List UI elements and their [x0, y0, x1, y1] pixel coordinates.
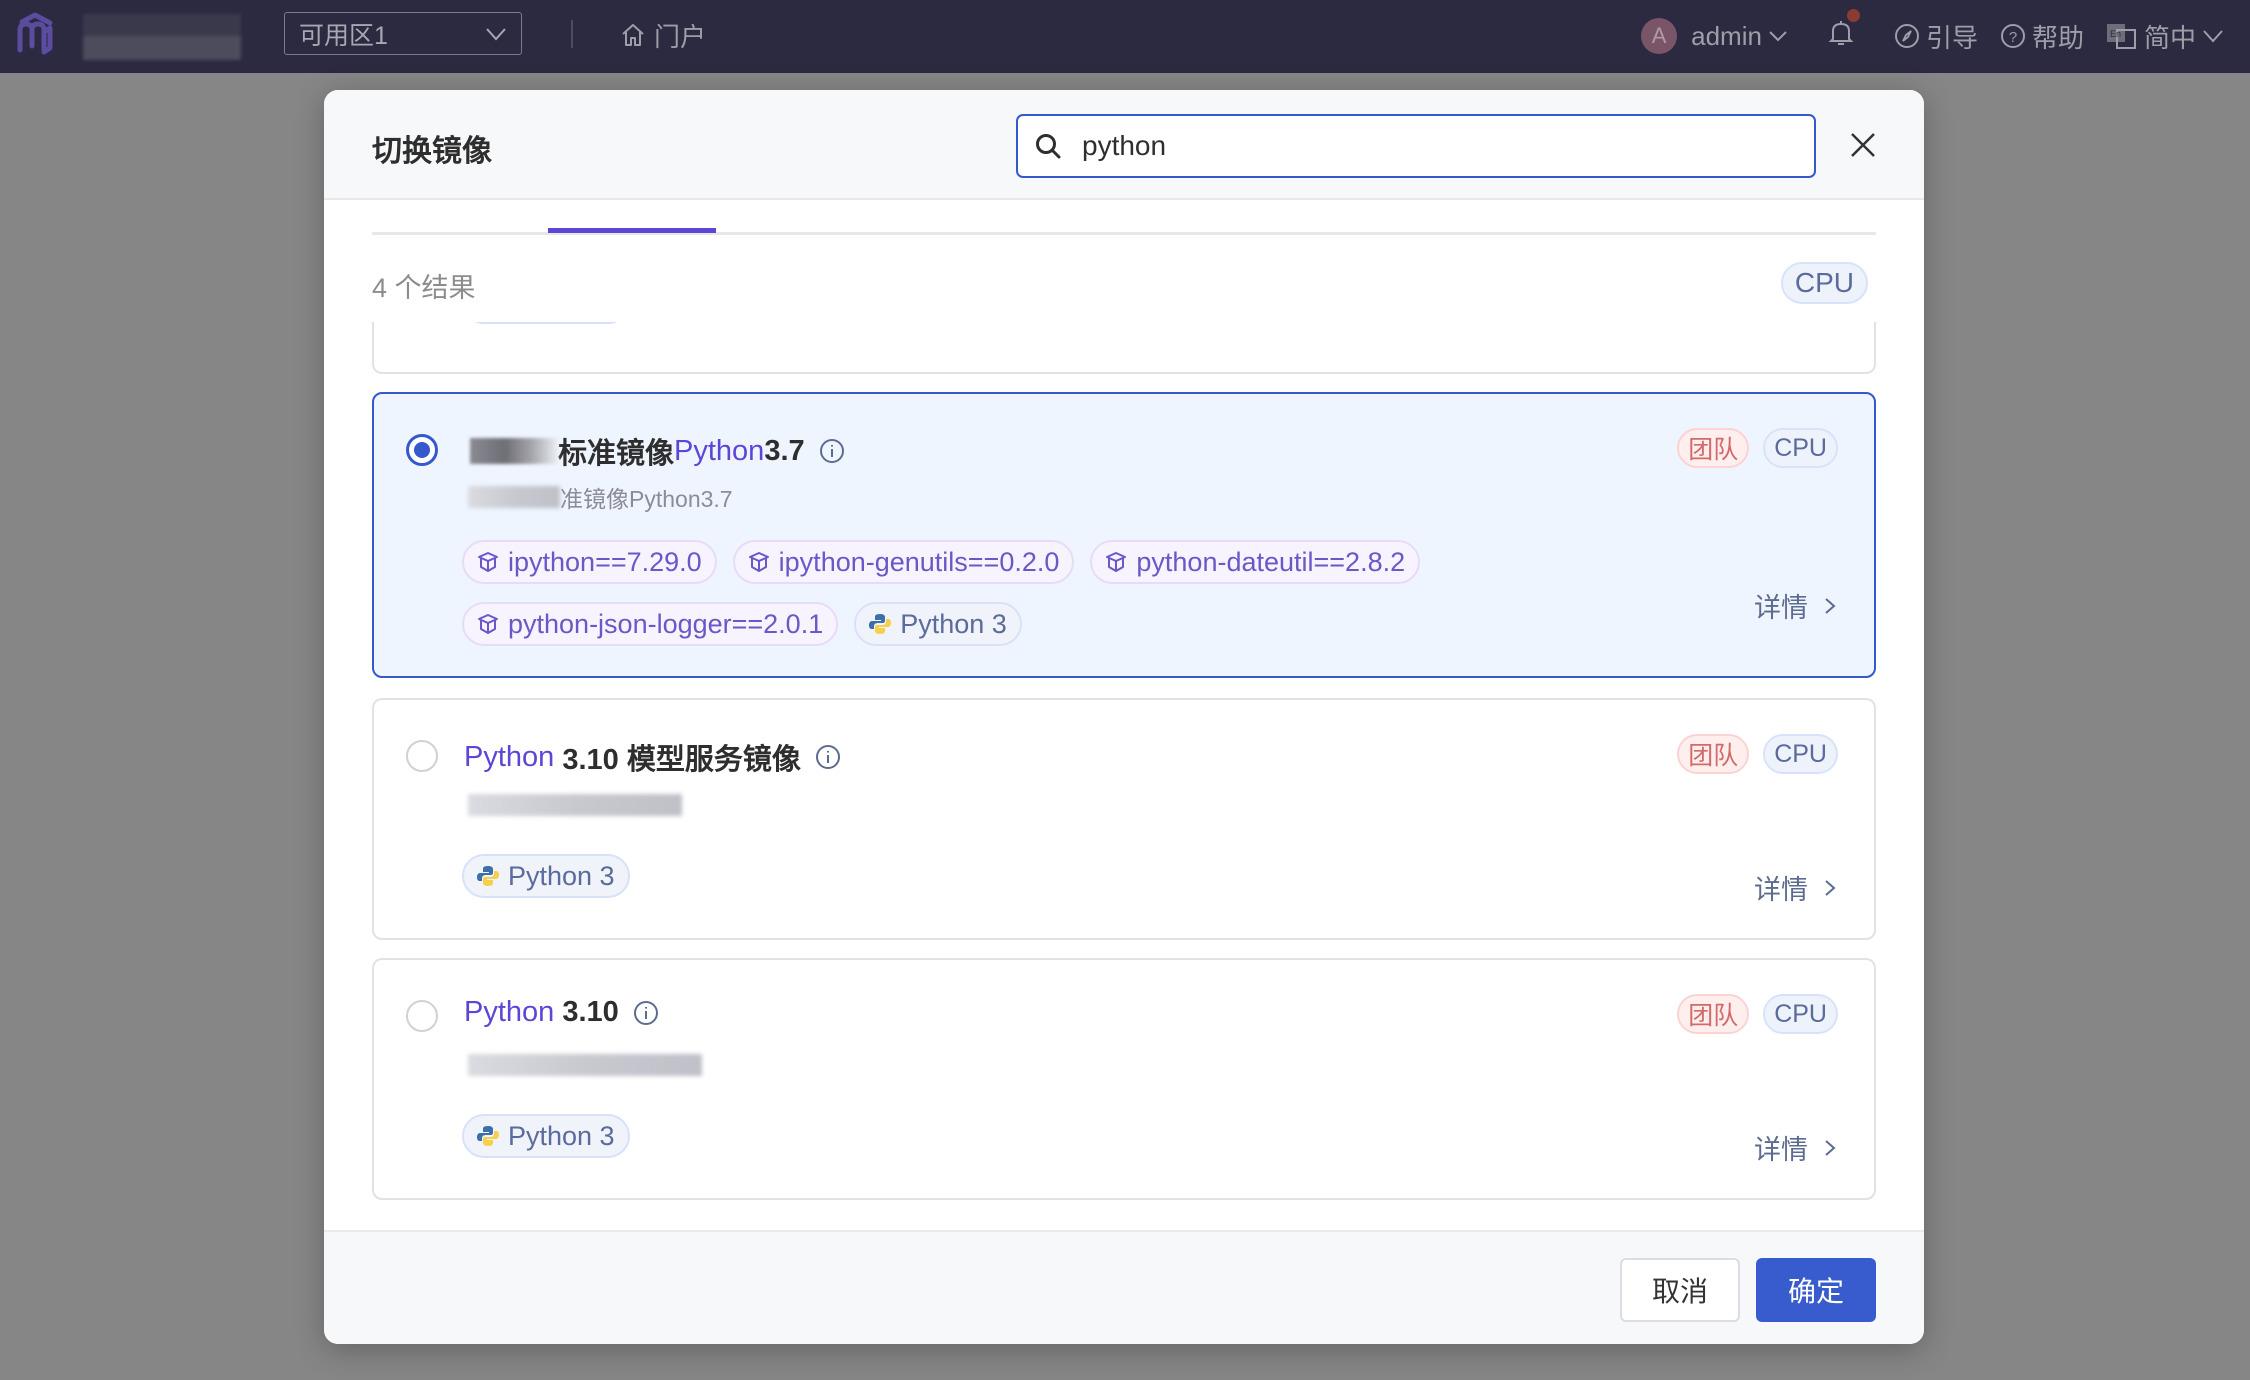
package-icon: [478, 552, 498, 572]
chevron-down-icon: [2203, 30, 2223, 43]
search-field[interactable]: [1016, 114, 1816, 178]
python-logo-icon: [869, 614, 892, 634]
package-tag: ipython-genutils==0.2.0: [732, 540, 1075, 584]
card-title: Python 3.10 模型服务镜像: [464, 736, 841, 778]
compass-icon: [1894, 24, 1919, 48]
card-title: 标准镜像 Python 3.7: [470, 430, 845, 472]
package-icon: [1106, 552, 1127, 572]
image-card[interactable]: Python 3.10 模型服务镜像 团队 CPU Python 3 详情: [372, 698, 1876, 940]
team-badge: 团队: [1677, 428, 1750, 468]
team-badge: 团队: [1677, 994, 1750, 1034]
switch-image-dialog: 切换镜像 4 个结果 CPU Python 3 详情: [324, 90, 1924, 1344]
details-link[interactable]: 详情: [1754, 1128, 1836, 1167]
help-icon: ?: [2000, 24, 2025, 48]
title-redacted: [470, 438, 558, 464]
zone-select[interactable]: 可用区1: [284, 12, 522, 55]
chevron-down-icon: [1769, 31, 1787, 42]
chevron-down-icon: [486, 27, 506, 40]
python-logo-icon: [477, 866, 499, 886]
nav-divider: [571, 20, 573, 48]
python-version-tag: Python 3: [462, 1114, 630, 1158]
confirm-button[interactable]: 确定: [1756, 1258, 1876, 1322]
guide-link[interactable]: 引导: [1894, 18, 1978, 55]
description-redacted: [468, 1054, 702, 1076]
notifications-button[interactable]: [1828, 8, 1860, 54]
search-icon: [1036, 134, 1061, 159]
close-icon[interactable]: [1848, 130, 1878, 160]
card-description: [468, 794, 682, 816]
cancel-button[interactable]: 取消: [1620, 1258, 1740, 1322]
package-tag: ipython==7.29.0: [462, 540, 717, 584]
radio-unselected[interactable]: [406, 1000, 438, 1032]
chevron-right-icon: [1825, 879, 1836, 896]
python-version-tag: Python 3: [462, 322, 630, 324]
user-menu[interactable]: A admin: [1641, 18, 1788, 54]
home-icon: [622, 24, 644, 46]
svg-text:En: En: [2110, 29, 2121, 39]
result-count: 4 个结果: [372, 273, 476, 303]
filter-cpu-badge[interactable]: CPU: [1780, 262, 1868, 304]
nav-portal-link[interactable]: 门户: [620, 15, 706, 55]
zone-select-value: 可用区1: [299, 21, 388, 50]
language-label: 简中: [2143, 22, 2196, 53]
card-title: Python 3.10: [464, 996, 659, 1029]
nav-portal-label: 门户: [654, 21, 707, 52]
card-description: 准镜像Python3.7: [468, 480, 733, 514]
image-card-selected[interactable]: 标准镜像 Python 3.7 准镜像Python3.7 团队 CPU ipyt…: [372, 392, 1876, 678]
translate-icon: En: [2106, 24, 2136, 49]
svg-text:?: ?: [2009, 29, 2017, 46]
cpu-badge: CPU: [1763, 428, 1838, 468]
card-description: [468, 1054, 702, 1076]
info-icon[interactable]: [633, 1000, 659, 1026]
guide-label: 引导: [1925, 22, 1978, 53]
active-tab-indicator[interactable]: [548, 228, 716, 233]
logo-icon[interactable]: [12, 12, 58, 58]
info-icon[interactable]: [815, 744, 841, 770]
top-nav: 可用区1 门户 A admin 引导 ? 帮助 En 简中: [0, 0, 2250, 73]
avatar: A: [1641, 18, 1678, 54]
radio-unselected[interactable]: [406, 740, 438, 772]
python-version-tag: Python 3: [854, 602, 1022, 646]
details-link[interactable]: 详情: [1754, 868, 1836, 907]
cpu-badge: CPU: [1763, 734, 1838, 774]
package-icon: [478, 614, 498, 634]
info-icon[interactable]: [819, 438, 845, 464]
help-label: 帮助: [2031, 22, 2084, 53]
dialog-footer: 取消 确定: [324, 1230, 1924, 1344]
description-redacted: [468, 486, 560, 508]
chevron-right-icon: [1825, 1139, 1836, 1156]
python-version-tag: Python 3: [462, 854, 630, 898]
cpu-badge: CPU: [1763, 994, 1838, 1034]
package-icon: [748, 552, 769, 572]
details-link[interactable]: 详情: [1754, 322, 1836, 325]
package-tag: python-dateutil==2.8.2: [1090, 540, 1421, 584]
notification-dot: [1846, 8, 1860, 22]
radio-selected[interactable]: [406, 434, 438, 466]
brand-name-redacted: [83, 14, 241, 60]
language-menu[interactable]: En 简中: [2106, 18, 2224, 55]
dialog-header: 切换镜像: [324, 90, 1924, 200]
bell-icon: [1828, 20, 1854, 45]
help-link[interactable]: ? 帮助: [2000, 18, 2084, 55]
details-link[interactable]: 详情: [1754, 586, 1836, 625]
image-card[interactable]: Python 3.10 团队 CPU Python 3 详情: [372, 958, 1876, 1200]
description-redacted: [468, 794, 682, 816]
team-badge: 团队: [1677, 734, 1750, 774]
search-input[interactable]: [1082, 130, 1782, 162]
dialog-title: 切换镜像: [372, 135, 492, 168]
python-logo-icon: [477, 1126, 499, 1146]
image-card[interactable]: Python 3 详情: [372, 322, 1876, 374]
package-tag: python-json-logger==2.0.1: [462, 602, 839, 646]
image-list[interactable]: Python 3 详情 标准镜像 Python 3.7 准镜像Python3.7: [372, 322, 1876, 1226]
chevron-right-icon: [1825, 597, 1836, 614]
user-name: admin: [1691, 20, 1762, 51]
